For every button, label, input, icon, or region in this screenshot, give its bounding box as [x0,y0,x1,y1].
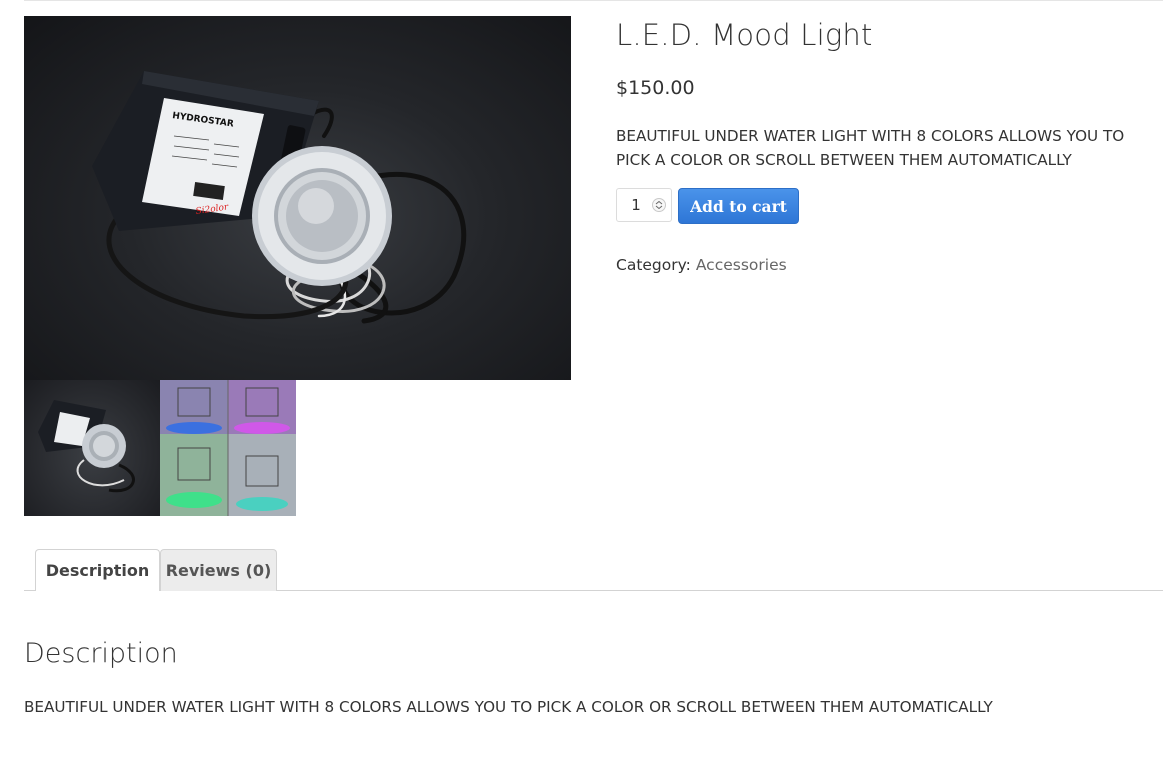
description-heading: Description [24,638,178,669]
quantity-stepper[interactable] [652,198,666,212]
top-divider [24,0,1163,1]
tab-reviews[interactable]: Reviews (0) [160,549,277,591]
tab-description[interactable]: Description [35,549,160,591]
description-text: BEAUTIFUL UNDER WATER LIGHT WITH 8 COLOR… [24,698,993,716]
quantity-field[interactable] [616,188,672,222]
add-to-cart-button[interactable]: Add to cart [678,188,799,224]
category-label: Category: [616,256,691,274]
stepper-arrows-icon [655,200,663,210]
main-product-image[interactable]: HYDROSTAR Si2olor [24,16,571,380]
category-link[interactable]: Accessories [696,256,787,274]
quantity-input[interactable] [617,189,655,221]
product-title: L.E.D. Mood Light [616,18,873,52]
product-meta: Category: Accessories [616,256,787,274]
product-price: $150.00 [616,77,695,99]
thumbnail-device[interactable] [24,380,160,516]
thumbnail-color-modes[interactable] [160,380,296,516]
product-short-description: BEAUTIFUL UNDER WATER LIGHT WITH 8 COLOR… [616,127,1125,169]
